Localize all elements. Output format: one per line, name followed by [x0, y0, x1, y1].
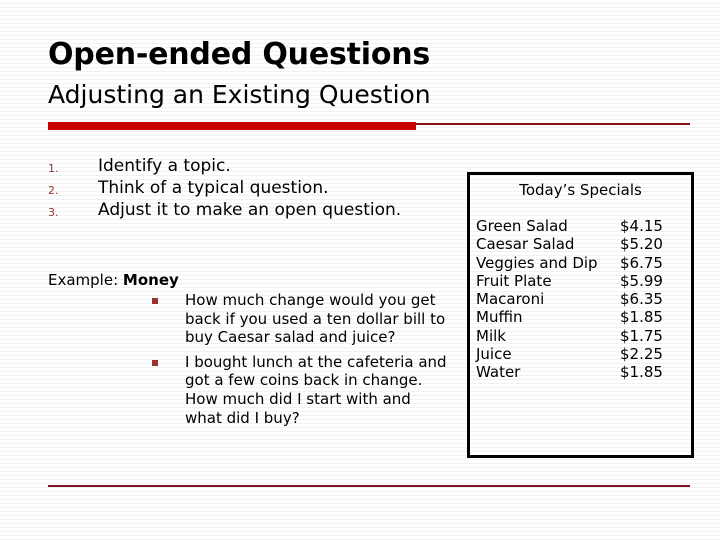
table-row: Water $1.85	[476, 363, 683, 381]
menu-item-price: $1.85	[620, 308, 663, 327]
list-item-label: How much change would you get back if yo…	[185, 291, 446, 347]
table-row: Caesar Salad $5.20	[476, 235, 683, 253]
menu-item-name: Juice	[476, 345, 512, 364]
list-item-label: Adjust it to make an open question.	[98, 199, 402, 220]
menu-item-name: Milk	[476, 326, 506, 345]
list-item: I bought lunch at the cafeteria and got …	[152, 353, 452, 427]
steps-list: 1. Identify a topic. 2. Think of a typic…	[48, 156, 428, 222]
example-bullet-list: How much change would you get back if yo…	[152, 291, 452, 433]
table-row: Muffin $1.85	[476, 308, 683, 326]
list-item-label: Think of a typical question.	[98, 177, 329, 198]
menu-item-price: $5.99	[620, 271, 663, 290]
menu-item-name: Muffin	[476, 308, 523, 327]
page-title: Open-ended Questions	[48, 37, 431, 72]
list-item: How much change would you get back if yo…	[152, 291, 452, 347]
menu-item-price: $5.20	[620, 235, 663, 254]
slide-canvas: Open-ended Questions Adjusting an Existi…	[0, 0, 720, 540]
bullet-square-icon	[152, 353, 185, 366]
menu-item-price: $6.35	[620, 290, 663, 309]
divider-rule-thick	[48, 122, 416, 130]
menu-item-name: Green Salad	[476, 217, 568, 235]
menu-item-name: Water	[476, 363, 521, 382]
table-row: Veggies and Dip $6.75	[476, 254, 683, 272]
list-item-number: 3.	[48, 205, 59, 219]
menu-item-name: Caesar Salad	[476, 235, 575, 254]
menu-item-name: Fruit Plate	[476, 271, 552, 290]
footer-rule	[48, 485, 690, 487]
specials-menu-title: Today’s Specials	[519, 181, 642, 199]
list-item-label: Identify a topic.	[98, 156, 231, 176]
list-item: 1. Identify a topic.	[48, 156, 428, 177]
specials-menu-list: Green Salad $4.15 Caesar Salad $5.20 Veg…	[470, 217, 691, 382]
list-item-number: 2.	[48, 183, 59, 197]
menu-item-price: $1.75	[620, 326, 663, 345]
page-subtitle: Adjusting an Existing Question	[48, 80, 431, 109]
list-item: 3. Adjust it to make an open question.	[48, 200, 428, 221]
list-item-label: I bought lunch at the cafeteria and got …	[185, 352, 447, 427]
table-row: Macaroni $6.35	[476, 290, 683, 308]
table-row: Milk $1.75	[476, 327, 683, 345]
list-item-number: 1.	[48, 162, 59, 175]
menu-item-price: $6.75	[620, 253, 663, 272]
example-heading: Example: Money	[48, 271, 179, 289]
table-row: Fruit Plate $5.99	[476, 272, 683, 290]
menu-item-name: Veggies and Dip	[476, 253, 598, 272]
list-item: 2. Think of a typical question.	[48, 178, 428, 199]
table-row: Green Salad $4.15	[476, 217, 683, 235]
menu-item-price: $1.85	[620, 363, 663, 382]
table-row: Juice $2.25	[476, 345, 683, 363]
menu-item-price: $2.25	[620, 345, 663, 364]
menu-item-name: Macaroni	[476, 290, 545, 309]
example-label: Example:	[48, 271, 119, 289]
bullet-square-icon	[152, 291, 185, 304]
menu-item-price: $4.15	[620, 217, 663, 235]
specials-menu-box: Today’s Specials Green Salad $4.15 Caesa…	[467, 172, 694, 458]
example-topic: Money	[122, 271, 179, 289]
divider-rule-thin	[416, 123, 690, 125]
